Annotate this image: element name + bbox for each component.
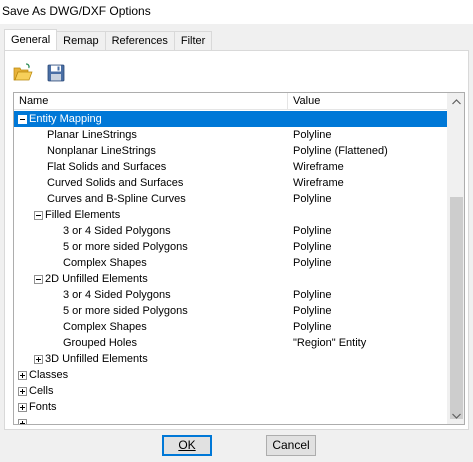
tree-header: Name Value <box>14 93 447 110</box>
tree-row-value[interactable]: Polyline <box>293 255 332 271</box>
tree-row-value[interactable]: Wireframe <box>293 159 344 175</box>
tree-row-name: Curves and B-Spline Curves <box>47 193 186 205</box>
tree-row[interactable]: 5 or more sided Polygons Polyline <box>14 239 447 255</box>
tree-row-value[interactable]: Polyline (Flattened) <box>293 143 388 159</box>
expand-plus-icon[interactable] <box>18 419 27 424</box>
options-tree[interactable]: Name Value Entity Mapping Planar LineStri… <box>13 92 465 425</box>
tree-row-value[interactable]: "Region" Entity <box>293 335 366 351</box>
tree-row-name: 3D Unfilled Elements <box>45 353 148 365</box>
tree-row[interactable]: Entity Mapping <box>14 111 447 127</box>
tree-row-name: Fonts <box>29 401 57 413</box>
tree-row[interactable]: Planar LineStrings Polyline <box>14 127 447 143</box>
tree-row[interactable]: Curves and B-Spline Curves Polyline <box>14 191 447 207</box>
floppy-save-icon[interactable] <box>46 63 66 83</box>
tree-row[interactable]: Flat Solids and Surfaces Wireframe <box>14 159 447 175</box>
tree-row-value[interactable]: Polyline <box>293 127 332 143</box>
tree-row[interactable]: Grouped Holes "Region" Entity <box>14 335 447 351</box>
tab-filter[interactable]: Filter <box>173 31 213 50</box>
folder-open-icon[interactable] <box>13 63 33 83</box>
tree-row[interactable]: Cells <box>14 383 447 399</box>
scroll-up-arrow-icon[interactable] <box>448 93 464 110</box>
tree-row-name: 2D Unfilled Elements <box>45 273 148 285</box>
tree-row-value[interactable]: Polyline <box>293 191 332 207</box>
cancel-button-label: Cancel <box>272 438 310 452</box>
tree-row-value[interactable]: Polyline <box>293 319 332 335</box>
expand-plus-icon[interactable] <box>18 371 27 380</box>
tree-row[interactable] <box>14 415 447 424</box>
tree-row-name: Complex Shapes <box>63 257 147 269</box>
tree-row-name: Grouped Holes <box>63 337 137 349</box>
column-header-name[interactable]: Name <box>19 95 48 107</box>
collapse-minus-icon[interactable] <box>34 211 43 220</box>
scroll-down-arrow-icon[interactable] <box>448 407 464 424</box>
tree-row-name: 5 or more sided Polygons <box>63 305 188 317</box>
tree-row[interactable]: 2D Unfilled Elements <box>14 271 447 287</box>
scrollbar-thumb[interactable] <box>450 197 463 419</box>
title-bar: Save As DWG/DXF Options <box>0 0 473 24</box>
tree-row-value[interactable]: Polyline <box>293 239 332 255</box>
tree-row[interactable]: 3D Unfilled Elements <box>14 351 447 367</box>
tree-row[interactable]: Complex Shapes Polyline <box>14 319 447 335</box>
tree-row[interactable]: 3 or 4 Sided Polygons Polyline <box>14 223 447 239</box>
expand-plus-icon[interactable] <box>18 387 27 396</box>
tree-row[interactable]: Curved Solids and Surfaces Wireframe <box>14 175 447 191</box>
cancel-button[interactable]: Cancel <box>266 435 316 456</box>
tree-row-name: Filled Elements <box>45 209 121 221</box>
tree-row[interactable]: Fonts <box>14 399 447 415</box>
tree-row-name: Nonplanar LineStrings <box>47 145 156 157</box>
tree-row-name: Entity Mapping <box>29 113 102 125</box>
vertical-scrollbar[interactable] <box>447 93 464 424</box>
ok-button-label: OK <box>178 438 196 452</box>
tree-row-name: 3 or 4 Sided Polygons <box>63 225 171 237</box>
tree-row[interactable]: 5 or more sided Polygons Polyline <box>14 303 447 319</box>
expand-plus-icon[interactable] <box>18 403 27 412</box>
tab-general[interactable]: General <box>4 29 58 50</box>
tree-row-value[interactable]: Polyline <box>293 303 332 319</box>
tab-references[interactable]: References <box>104 31 175 50</box>
tree-row[interactable]: Nonplanar LineStrings Polyline (Flattened… <box>14 143 447 159</box>
tree-row-value[interactable]: Wireframe <box>293 175 344 191</box>
collapse-minus-icon[interactable] <box>18 115 27 124</box>
tab-strip: General Remap References Filter <box>4 29 213 50</box>
tree-row-name: 5 or more sided Polygons <box>63 241 188 253</box>
tree-row-name: Curved Solids and Surfaces <box>47 177 184 189</box>
column-header-value[interactable]: Value <box>293 95 320 107</box>
tree-row[interactable]: 3 or 4 Sided Polygons Polyline <box>14 287 447 303</box>
column-divider[interactable] <box>287 93 288 110</box>
tree-row-name: Complex Shapes <box>63 321 147 333</box>
tree-row[interactable]: Classes <box>14 367 447 383</box>
tree-row-name: Flat Solids and Surfaces <box>47 161 167 173</box>
tree-row[interactable]: Complex Shapes Polyline <box>14 255 447 271</box>
ok-button[interactable]: OK <box>162 435 212 456</box>
general-tab-panel: Name Value Entity Mapping Planar LineStri… <box>4 50 469 430</box>
window-title: Save As DWG/DXF Options <box>2 4 151 18</box>
tree-row-name: Planar LineStrings <box>47 129 137 141</box>
tree-row-name: Cells <box>29 385 54 397</box>
tree-row[interactable]: Filled Elements <box>14 207 447 223</box>
tab-remap[interactable]: Remap <box>56 31 106 50</box>
tree-rows: Entity Mapping Planar LineStrings Polyline… <box>14 111 447 424</box>
tree-row-name: Classes <box>29 369 69 381</box>
expand-plus-icon[interactable] <box>34 355 43 364</box>
tree-row-name: 3 or 4 Sided Polygons <box>63 289 171 301</box>
tree-row-value[interactable]: Polyline <box>293 223 332 239</box>
collapse-minus-icon[interactable] <box>34 275 43 284</box>
tree-row-value[interactable]: Polyline <box>293 287 332 303</box>
